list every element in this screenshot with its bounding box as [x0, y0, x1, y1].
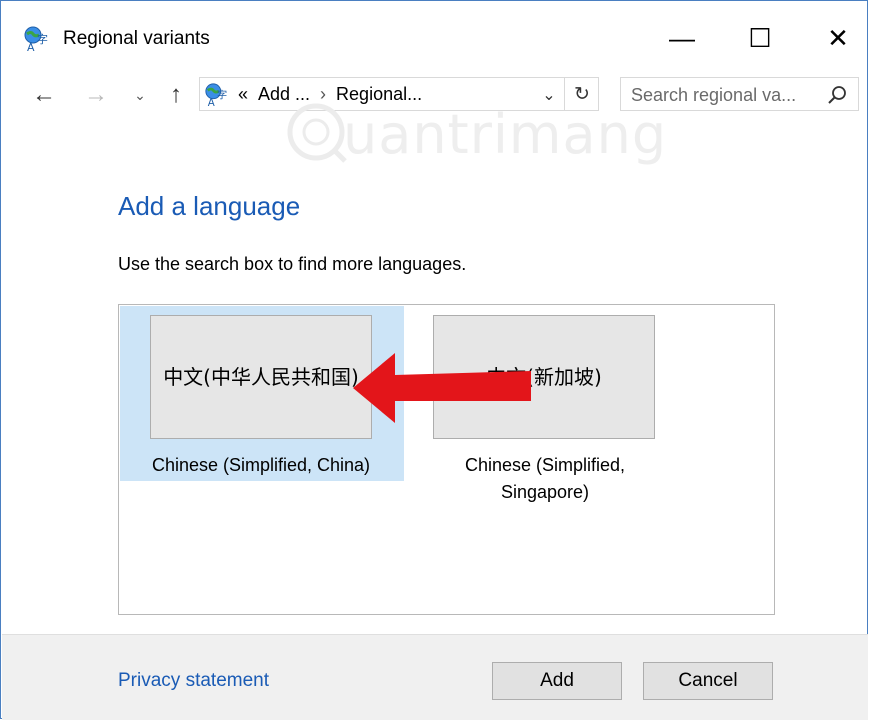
close-button[interactable]: ✕: [809, 15, 867, 61]
window-title: Regional variants: [63, 28, 210, 49]
regional-variants-window: A 字 Regional variants — ☐ ✕ ← → ⌄ ↑ A 字 …: [0, 0, 868, 720]
up-arrow-icon[interactable]: ↑: [161, 79, 191, 111]
back-arrow-icon[interactable]: ←: [29, 79, 59, 111]
svg-text:字: 字: [37, 32, 48, 46]
dialog-footer: Privacy statement Add Cancel: [2, 634, 868, 720]
recent-locations-chevron-icon[interactable]: ⌄: [125, 79, 155, 111]
watermark-text: uantrimang: [343, 103, 668, 166]
privacy-statement-link[interactable]: Privacy statement: [118, 670, 269, 692]
language-globe-icon: A 字: [205, 83, 227, 108]
language-label[interactable]: Chinese (Simplified, China): [125, 452, 397, 479]
red-arrow-annotation-icon: [353, 353, 531, 423]
svg-text:A: A: [27, 41, 35, 53]
cancel-button[interactable]: Cancel: [643, 662, 773, 700]
breadcrumb-overflow[interactable]: «: [238, 84, 248, 105]
add-button[interactable]: Add: [492, 662, 622, 700]
page-title: Add a language: [118, 191, 301, 221]
svg-text:A: A: [208, 98, 215, 108]
svg-text:字: 字: [217, 89, 227, 102]
search-icon[interactable]: [826, 84, 848, 106]
forward-arrow-icon[interactable]: →: [81, 79, 111, 111]
minimize-button[interactable]: —: [653, 15, 711, 61]
language-tile-chinese-simplified-china[interactable]: 中文(中华人民共和国): [150, 315, 372, 439]
instruction-text: Use the search box to find more language…: [118, 254, 467, 274]
title-bar: A 字 Regional variants — ☐ ✕: [1, 1, 867, 61]
language-globe-icon: A 字: [24, 26, 48, 53]
maximize-button[interactable]: ☐: [731, 15, 789, 61]
language-label[interactable]: Chinese (Simplified, Singapore): [419, 452, 671, 506]
